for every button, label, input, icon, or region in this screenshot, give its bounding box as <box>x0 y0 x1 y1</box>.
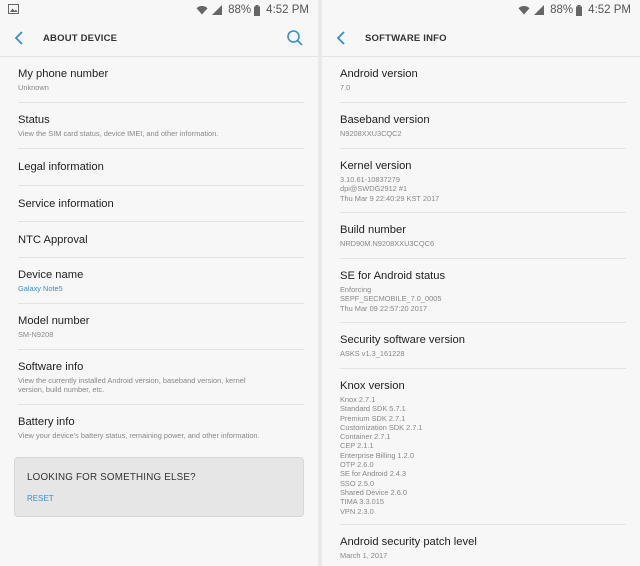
looking-for-something-else-card: LOOKING FOR SOMETHING ELSE? RESET <box>14 457 304 517</box>
item-title: Baseband version <box>340 114 430 126</box>
info-baseband-version: Baseband version N9208XXU3CQC2 <box>340 103 626 149</box>
item-title: Security software version <box>340 334 465 346</box>
item-subtitle: View the SIM card status, device IMEI, a… <box>18 129 219 138</box>
item-title: Android version <box>340 68 418 80</box>
item-title: Service information <box>18 197 114 210</box>
item-subtitle: View your device's battery status, remai… <box>18 431 260 440</box>
item-title: Software info <box>18 361 84 373</box>
item-value: TIMA 3.3.015 <box>340 497 384 507</box>
item-subtitle: SM-N9208 <box>18 330 54 339</box>
gallery-notification-icon <box>8 4 19 17</box>
list-item-software-info[interactable]: Software info View the currently install… <box>18 350 304 405</box>
clock: 4:52 PM <box>266 4 309 16</box>
item-subtitle: View the currently installed Android ver… <box>18 376 246 395</box>
battery-icon <box>254 4 261 16</box>
battery-icon <box>576 4 583 16</box>
item-value: dpi@SWDG2912 #1 <box>340 184 408 194</box>
software-info-list: Android version 7.0 Baseband version N92… <box>322 57 640 566</box>
status-bar: 88% 4:52 PM <box>322 0 640 20</box>
item-subtitle: Unknown <box>18 83 49 92</box>
item-value: SE for Android 2.4.3 <box>340 469 407 479</box>
item-title: Status <box>18 114 50 126</box>
item-value: March 1, 2017 <box>340 551 388 560</box>
about-device-screen: 88% 4:52 PM ABOUT DEVICE My phone number… <box>0 0 318 566</box>
item-title: Model number <box>18 315 90 327</box>
item-value: N9208XXU3CQC2 <box>340 129 402 138</box>
item-title: Knox version <box>340 380 405 392</box>
item-value: SEPF_SECMOBILE_7.0_0005 <box>340 294 442 304</box>
settings-list: My phone number Unknown Status View the … <box>0 57 318 451</box>
item-value: Shared Device 2.6.0 <box>340 487 407 497</box>
list-item-battery-info[interactable]: Battery info View your device's battery … <box>18 405 304 451</box>
item-value: CEP 2.1.1 <box>340 441 374 451</box>
info-se-android-status: SE for Android status Enforcing SEPF_SEC… <box>340 259 626 323</box>
page-title: SOFTWARE INFO <box>365 32 447 44</box>
status-bar: 88% 4:52 PM <box>0 0 318 20</box>
app-bar: ABOUT DEVICE <box>0 20 318 57</box>
list-item-phone-number[interactable]: My phone number Unknown <box>18 57 304 103</box>
battery-percent: 88% <box>550 4 574 16</box>
item-value: OTP 2.6.0 <box>340 460 374 470</box>
item-value: 7.0 <box>340 83 351 92</box>
item-title: Build number <box>340 224 406 236</box>
item-title: Kernel version <box>340 160 412 172</box>
info-android-version: Android version 7.0 <box>340 57 626 103</box>
back-arrow-icon[interactable] <box>14 29 32 47</box>
list-item-model-number[interactable]: Model number SM-N9208 <box>18 304 304 350</box>
item-value: NRD90M.N9208XXU3CQC6 <box>340 239 435 248</box>
app-bar: SOFTWARE INFO <box>322 20 640 57</box>
signal-icon <box>534 5 545 15</box>
item-value: Enforcing <box>340 285 372 294</box>
item-title: SE for Android status <box>340 270 446 282</box>
search-icon[interactable] <box>286 29 304 47</box>
battery-percent: 88% <box>228 4 252 16</box>
item-title: Legal information <box>18 161 104 173</box>
item-value: Container 2.7.1 <box>340 432 391 442</box>
item-value: Thu Mar 09 22:57:20 2017 <box>340 303 428 313</box>
item-value: ASKS v1.3_161228 <box>340 349 405 358</box>
info-security-patch-level: Android security patch level March 1, 20… <box>340 525 626 566</box>
wifi-icon <box>196 5 208 15</box>
item-value: VPN 2.3.0 <box>340 506 374 516</box>
item-value: Premium SDK 2.7.1 <box>340 413 406 423</box>
item-value: Thu Mar 9 22:40:29 KST 2017 <box>340 193 440 203</box>
item-title: My phone number <box>18 68 109 80</box>
page-title: ABOUT DEVICE <box>43 32 118 44</box>
software-info-screen: 88% 4:52 PM SOFTWARE INFO Android versio… <box>322 0 640 566</box>
device-name-value: Galaxy Note5 <box>18 284 63 293</box>
item-title: NTC Approval <box>18 233 88 246</box>
list-item-device-name[interactable]: Device name Galaxy Note5 <box>18 258 304 304</box>
item-value: Knox 2.7.1 <box>340 395 376 404</box>
wifi-icon <box>518 5 530 15</box>
info-kernel-version: Kernel version 3.10.61-10837279 dpi@SWDG… <box>340 149 626 213</box>
item-value: Customization SDK 2.7.1 <box>340 422 423 432</box>
reset-link[interactable]: RESET <box>27 494 54 503</box>
item-title: Device name <box>18 269 84 281</box>
item-title: Battery info <box>18 416 75 428</box>
item-value: Enterprise Billing 1.2.0 <box>340 450 414 460</box>
info-security-software-version: Security software version ASKS v1.3_1612… <box>340 323 626 369</box>
item-title: Android security patch level <box>340 536 477 548</box>
item-value: 3.10.61-10837279 <box>340 175 401 184</box>
list-item-ntc-approval[interactable]: NTC Approval <box>18 222 304 258</box>
back-arrow-icon[interactable] <box>336 29 354 47</box>
info-knox-version: Knox version Knox 2.7.1 Standard SDK 5.7… <box>340 369 626 525</box>
item-value: SSO 2.5.0 <box>340 478 375 488</box>
info-build-number: Build number NRD90M.N9208XXU3CQC6 <box>340 213 626 259</box>
list-item-legal-information[interactable]: Legal information <box>18 149 304 186</box>
card-title: LOOKING FOR SOMETHING ELSE? <box>27 472 196 483</box>
signal-icon <box>212 5 223 15</box>
list-item-status[interactable]: Status View the SIM card status, device … <box>18 103 304 149</box>
item-value: Standard SDK 5.7.1 <box>340 404 406 414</box>
clock: 4:52 PM <box>588 4 631 16</box>
list-item-service-information[interactable]: Service information <box>18 186 304 222</box>
